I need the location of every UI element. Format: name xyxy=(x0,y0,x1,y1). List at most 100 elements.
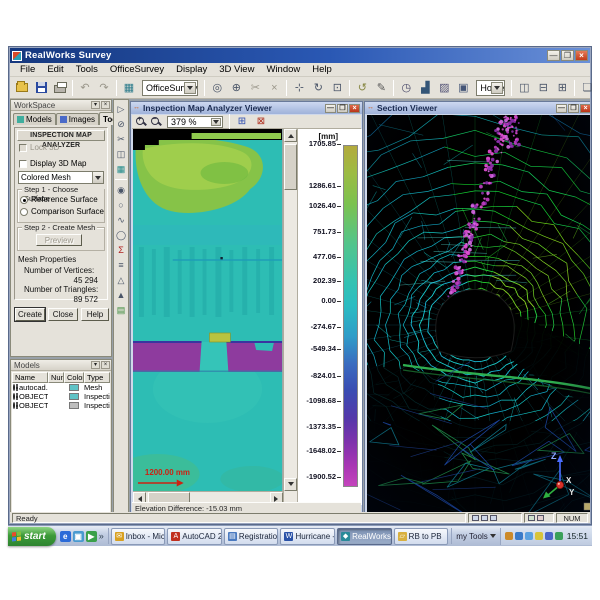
preview-button[interactable]: Preview xyxy=(36,234,82,246)
task-hurricane-micro[interactable]: WHurricane - Micro... xyxy=(280,528,335,545)
chart-icon[interactable]: ▟ xyxy=(416,79,434,96)
polyline-icon[interactable]: ∿ xyxy=(114,213,128,227)
child-restore-icon[interactable]: ❐ xyxy=(568,104,579,113)
restore-button[interactable]: ❐ xyxy=(561,50,574,61)
inspection-map-canvas[interactable]: 1200.00 mm xyxy=(133,129,283,491)
media-player-icon[interactable]: ▶ xyxy=(86,531,97,542)
zoom-out-icon[interactable]: − xyxy=(149,115,163,128)
ellipse-tool-icon[interactable]: ◯ xyxy=(114,228,128,242)
display-3d-map-checkbox[interactable]: Display 3D Map xyxy=(19,159,86,168)
help-button[interactable]: Help xyxy=(81,308,109,321)
segment-icon[interactable]: ◫ xyxy=(114,147,128,161)
cascade-window-icon[interactable]: ◫ xyxy=(515,79,533,96)
task-realworks-survey[interactable]: ◆RealWorks Survey xyxy=(337,528,392,545)
checkbox-icon[interactable] xyxy=(19,144,27,152)
column-name[interactable]: Name xyxy=(12,372,48,383)
tile-vertical-icon[interactable]: ⊞ xyxy=(553,79,571,96)
radio-icon[interactable] xyxy=(20,196,28,204)
menu-edit[interactable]: Edit xyxy=(41,63,69,76)
lock-3d-checkbox[interactable]: Lock 3D xyxy=(19,143,59,152)
select-icon[interactable]: ▷ xyxy=(114,102,128,116)
menu-display[interactable]: Display xyxy=(170,63,213,76)
map-vertical-scrollbar[interactable] xyxy=(283,129,297,505)
display-icon[interactable]: ▣ xyxy=(454,79,472,96)
menu-tools[interactable]: Tools xyxy=(70,63,104,76)
app-titlebar[interactable]: RealWorks Survey — ❐ × xyxy=(10,48,590,63)
redo-icon[interactable]: ↷ xyxy=(95,79,113,96)
minimize-button[interactable]: — xyxy=(547,50,560,61)
reference-surface-radio[interactable]: Reference Surface xyxy=(20,195,98,204)
delete-icon[interactable]: × xyxy=(265,79,283,96)
sync-view-icon[interactable]: ⊠ xyxy=(252,113,270,130)
visibility-eye-icon[interactable] xyxy=(13,393,15,400)
view-corner-icon[interactable] xyxy=(584,503,590,510)
start-button[interactable]: start xyxy=(8,527,56,546)
quick-launch-overflow-icon[interactable]: » xyxy=(99,531,104,541)
chevron-down-icon[interactable] xyxy=(92,172,103,183)
child-restore-icon[interactable]: ❐ xyxy=(337,104,348,113)
menu-3d-view[interactable]: 3D View xyxy=(213,63,260,76)
task-inbox-microsof[interactable]: ✉Inbox - Microsof... xyxy=(111,528,166,545)
table-row[interactable]: OBJECT...Inspectio... xyxy=(12,392,110,401)
table-row[interactable]: autocad...Mesh xyxy=(12,383,110,392)
cut-plane-icon[interactable]: ⊘ xyxy=(114,117,128,131)
task-autocad-2002[interactable]: AAutoCAD 2002 xyxy=(167,528,222,545)
circle-tool-icon[interactable]: ○ xyxy=(114,198,128,212)
eye-icon[interactable]: ◉ xyxy=(114,183,128,197)
fit-view-icon[interactable]: ⊞ xyxy=(233,113,251,130)
pan-icon[interactable]: ⊹ xyxy=(290,79,308,96)
child-close-icon[interactable]: × xyxy=(349,104,360,113)
visibility-eye-icon[interactable] xyxy=(13,384,15,391)
zoom-combobox[interactable]: 379 % xyxy=(167,116,223,128)
antivirus-icon[interactable] xyxy=(545,532,553,540)
volume-icon[interactable] xyxy=(525,532,533,540)
orbit-icon[interactable]: ↻ xyxy=(309,79,327,96)
panel-close-icon[interactable]: × xyxy=(101,101,110,109)
panel-menu-icon[interactable]: ▾ xyxy=(91,361,100,369)
radio-icon[interactable] xyxy=(20,208,28,216)
scissors-icon[interactable]: ✂ xyxy=(114,132,128,146)
mesh-tool-icon[interactable]: ▲ xyxy=(114,288,128,302)
chevron-down-icon[interactable] xyxy=(491,82,503,94)
checkbox-icon[interactable] xyxy=(19,160,27,168)
my-tools-toolbar[interactable]: my Tools xyxy=(451,528,499,544)
comparison-surface-radio[interactable]: Comparison Surface xyxy=(20,207,104,216)
close-dialog-button[interactable]: Close xyxy=(48,308,78,321)
visibility-eye-icon[interactable] xyxy=(13,402,15,409)
new-viewer-icon[interactable]: ❏ xyxy=(578,79,596,96)
update-icon[interactable] xyxy=(505,532,513,540)
chevron-down-icon[interactable] xyxy=(184,82,196,94)
child-minimize-icon[interactable]: — xyxy=(556,104,567,113)
panel-menu-icon[interactable]: ▾ xyxy=(91,101,100,109)
v-scroll-thumb[interactable] xyxy=(284,144,297,190)
undo-icon[interactable]: ↶ xyxy=(76,79,94,96)
section-viewer-titlebar[interactable]: ↔ Section Viewer — ❐ × xyxy=(365,102,590,114)
scheduler-icon[interactable] xyxy=(555,532,563,540)
zoom-extents-icon[interactable]: ⊡ xyxy=(328,79,346,96)
child-minimize-icon[interactable]: — xyxy=(325,104,336,113)
scroll-down-icon[interactable] xyxy=(284,478,297,491)
inspection-tool-icon[interactable]: ▦ xyxy=(114,162,128,176)
panel-close-icon[interactable]: × xyxy=(101,361,110,369)
child-close-icon[interactable]: × xyxy=(580,104,590,113)
image-icon[interactable]: ▨ xyxy=(435,79,453,96)
column-color[interactable]: Color xyxy=(64,372,84,383)
table-row[interactable]: OBJECT...Inspectio... xyxy=(12,401,110,410)
profile-combobox[interactable]: OfficeSurvey xyxy=(142,80,198,96)
section-3d-view[interactable]: Z X Y xyxy=(367,115,590,513)
tile-horizontal-icon[interactable]: ⊟ xyxy=(534,79,552,96)
create-button[interactable]: Create xyxy=(15,308,45,321)
ie-icon[interactable]: e xyxy=(60,531,71,542)
tab-images[interactable]: Images xyxy=(56,113,99,125)
close-button[interactable]: × xyxy=(575,50,588,61)
show-desktop-icon[interactable]: ▣ xyxy=(73,531,84,542)
menu-officesurvey[interactable]: OfficeSurvey xyxy=(104,63,170,76)
tab-models[interactable]: Models xyxy=(13,113,56,125)
measure-icon[interactable]: Σ xyxy=(114,243,128,257)
cut-icon[interactable]: ✂ xyxy=(246,79,264,96)
target-icon[interactable]: ◎ xyxy=(208,79,226,96)
clock-icon[interactable]: ◷ xyxy=(397,79,415,96)
profile-icon[interactable]: ▤ xyxy=(114,303,128,317)
mesh-type-select[interactable]: Colored Mesh xyxy=(18,171,104,184)
task-rb-to-pb[interactable]: ▱RB to PB xyxy=(394,528,449,545)
